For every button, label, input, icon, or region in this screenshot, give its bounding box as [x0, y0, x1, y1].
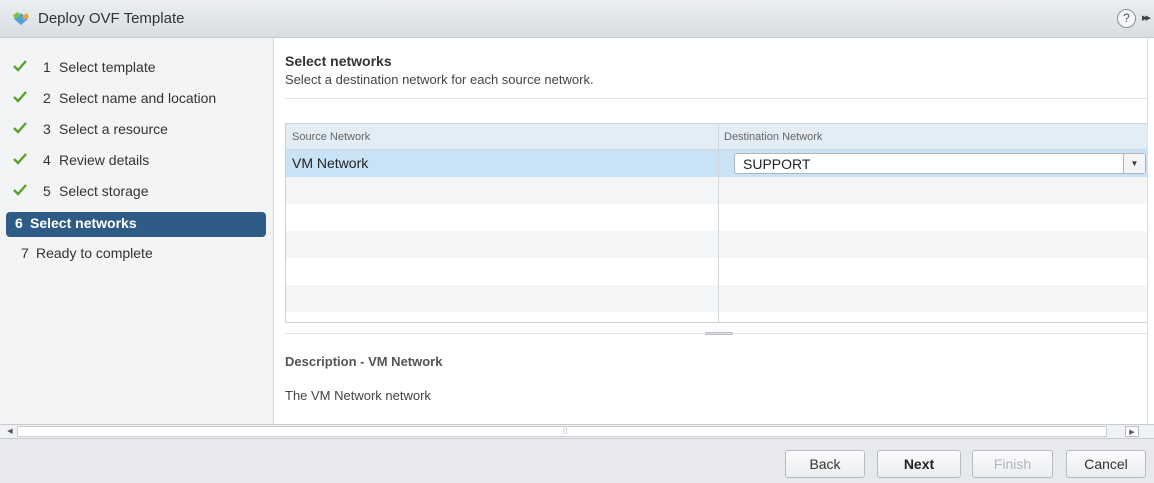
step-number: 6 [15, 215, 23, 231]
divider [285, 98, 1154, 99]
step-label: Select storage [59, 183, 149, 199]
check-icon [12, 120, 28, 136]
step-select-name-and-location[interactable]: 2 Select name and location [6, 87, 266, 112]
splitter-grip-icon[interactable] [705, 332, 733, 335]
step-label: Ready to complete [36, 245, 153, 261]
scroll-left-icon[interactable]: ◀ [3, 427, 17, 437]
table-row-empty [286, 177, 1154, 204]
ovf-template-icon [10, 9, 32, 29]
step-select-a-resource[interactable]: 3 Select a resource [6, 118, 266, 143]
destination-network-dropdown[interactable]: SUPPORT ▼ [734, 153, 1146, 174]
scrollbar-thumb[interactable]: ⁞⁞ [17, 426, 1107, 437]
step-number: 3 [43, 121, 51, 137]
step-select-storage[interactable]: 5 Select storage [6, 180, 266, 205]
check-icon [12, 58, 28, 74]
step-review-details[interactable]: 4 Review details [6, 149, 266, 174]
table-row[interactable]: VM Network SUPPORT ▼ [286, 150, 1154, 177]
check-icon [12, 89, 28, 105]
step-select-template[interactable]: 1 Select template [6, 56, 266, 81]
pane-splitter[interactable] [285, 332, 1154, 339]
step-label: Select name and location [59, 90, 217, 106]
step-select-networks[interactable]: 6 Select networks [6, 212, 266, 237]
table-row-empty [286, 258, 1154, 285]
wizard-footer: Back Next Finish Cancel [0, 439, 1154, 483]
back-button[interactable]: Back [785, 450, 865, 478]
expand-icon[interactable]: ▸▸ [1142, 11, 1151, 24]
horizontal-scrollbar[interactable]: ◀ ⁞⁞ ▶ [0, 424, 1154, 439]
next-button[interactable]: Next [877, 450, 961, 478]
vertical-scrollbar[interactable] [1147, 38, 1154, 424]
scrollbar-grip-icon: ⁞⁞ [563, 427, 568, 436]
finish-button[interactable]: Finish [972, 450, 1053, 478]
dropdown-value: SUPPORT [743, 156, 811, 172]
table-header: Source Network Destination Network [286, 124, 1154, 150]
column-header-destination-network[interactable]: Destination Network [724, 131, 822, 143]
page-title: Select networks [285, 53, 392, 69]
check-icon [12, 182, 28, 198]
description-text: The VM Network network [285, 388, 431, 403]
page-subtitle: Select a destination network for each so… [285, 72, 594, 87]
network-mapping-table: Source Network Destination Network VM Ne… [285, 123, 1154, 323]
column-header-source-network[interactable]: Source Network [292, 131, 370, 143]
table-row-empty [286, 285, 1154, 312]
window-title: Deploy OVF Template [38, 10, 185, 27]
table-row-empty [286, 231, 1154, 258]
step-number: 1 [43, 59, 51, 75]
step-number: 4 [43, 152, 51, 168]
step-label: Select networks [30, 215, 137, 231]
title-bar: Deploy OVF Template ? ▸▸ [0, 0, 1154, 38]
source-network-cell: VM Network [292, 155, 369, 171]
step-number: 2 [43, 90, 51, 106]
table-row-empty [286, 204, 1154, 231]
description-title: Description - VM Network [285, 354, 443, 369]
step-label: Select a resource [59, 121, 168, 137]
main-content: Select networks Select a destination net… [275, 38, 1154, 424]
step-number: 5 [43, 183, 51, 199]
check-icon [12, 151, 28, 167]
step-ready-to-complete[interactable]: 7 Ready to complete [6, 242, 266, 267]
wizard-steps-sidebar: 1 Select template 2 Select name and loca… [0, 38, 274, 424]
help-icon[interactable]: ? [1117, 9, 1136, 28]
scroll-right-icon[interactable]: ▶ [1125, 426, 1139, 437]
step-label: Select template [59, 59, 156, 75]
step-label: Review details [59, 152, 150, 168]
step-number: 7 [21, 245, 29, 261]
column-divider [718, 124, 719, 322]
chevron-down-icon[interactable]: ▼ [1123, 154, 1145, 173]
cancel-button[interactable]: Cancel [1066, 450, 1146, 478]
